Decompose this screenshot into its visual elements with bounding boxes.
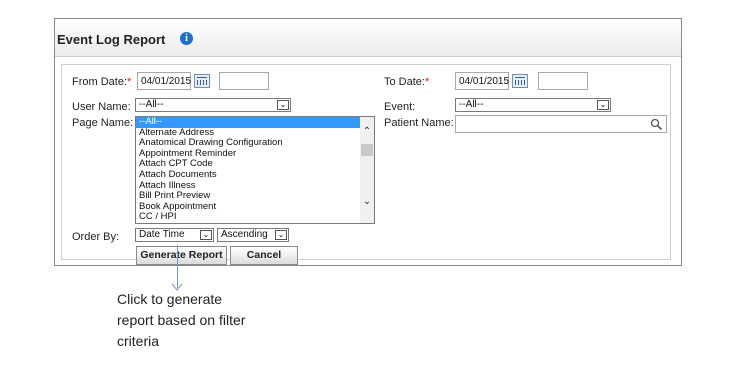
patient-name-input[interactable]	[455, 115, 667, 133]
callout-line	[177, 245, 178, 288]
chevron-down-icon[interactable]: ⌄	[597, 100, 609, 110]
panel-header: Event Log Report i	[55, 19, 681, 57]
event-selected: --All--	[459, 99, 484, 110]
search-icon[interactable]	[649, 117, 665, 131]
filter-form: From Date:* 04/01/2015 To Date:* 04/01/2…	[61, 64, 671, 265]
order-by-direction-select[interactable]: Ascending ⌄	[217, 228, 289, 242]
scrollbar-thumb[interactable]	[361, 144, 373, 156]
from-time-input[interactable]	[219, 72, 269, 90]
listbox-scrollbar[interactable]: ⌃ ⌄	[360, 117, 374, 223]
to-date-input[interactable]: 04/01/2015	[455, 72, 509, 90]
info-icon[interactable]: i	[180, 32, 193, 45]
chevron-down-icon[interactable]: ⌄	[200, 230, 212, 240]
event-select[interactable]: --All-- ⌄	[455, 98, 611, 112]
order-by-field-select[interactable]: Date Time ⌄	[135, 228, 214, 242]
chevron-down-icon[interactable]: ⌄	[275, 230, 287, 240]
page-name-label: Page Name:	[72, 117, 134, 129]
list-item[interactable]: Attach Documents	[136, 169, 374, 181]
event-label: Event:	[384, 101, 416, 113]
chevron-down-icon[interactable]: ⌄	[360, 195, 374, 209]
generate-report-button[interactable]: Generate Report	[136, 246, 227, 265]
callout-text: Click to generate report based on filter…	[117, 291, 246, 349]
list-item[interactable]: --All--	[136, 117, 374, 128]
from-date-label: From Date:*	[72, 76, 132, 88]
list-item[interactable]: CC / HPI	[136, 212, 374, 223]
patient-name-label: Patient Name:	[384, 117, 454, 129]
user-name-select[interactable]: --All-- ⌄	[135, 98, 291, 112]
calendar-icon[interactable]	[194, 74, 210, 88]
order-by-field-selected: Date Time	[139, 229, 185, 240]
to-time-input[interactable]	[538, 72, 588, 90]
order-by-direction-selected: Ascending	[221, 229, 268, 240]
cancel-button[interactable]: Cancel	[230, 246, 298, 265]
user-name-selected: --All--	[139, 99, 164, 110]
event-log-report-panel: Event Log Report i From Date:* 04/01/201…	[54, 18, 682, 266]
page-name-listbox[interactable]: --All-- Alternate Address Anatomical Drawi…	[135, 116, 375, 224]
chevron-down-icon[interactable]: ⌄	[277, 100, 289, 110]
page-title: Event Log Report	[57, 32, 166, 47]
to-date-label: To Date:*	[384, 76, 430, 88]
chevron-up-icon[interactable]: ⌃	[360, 125, 374, 139]
user-name-label: User Name:	[72, 101, 131, 113]
order-by-label: Order By:	[72, 231, 120, 243]
from-date-input[interactable]: 04/01/2015	[137, 72, 191, 90]
calendar-icon[interactable]	[512, 74, 528, 88]
